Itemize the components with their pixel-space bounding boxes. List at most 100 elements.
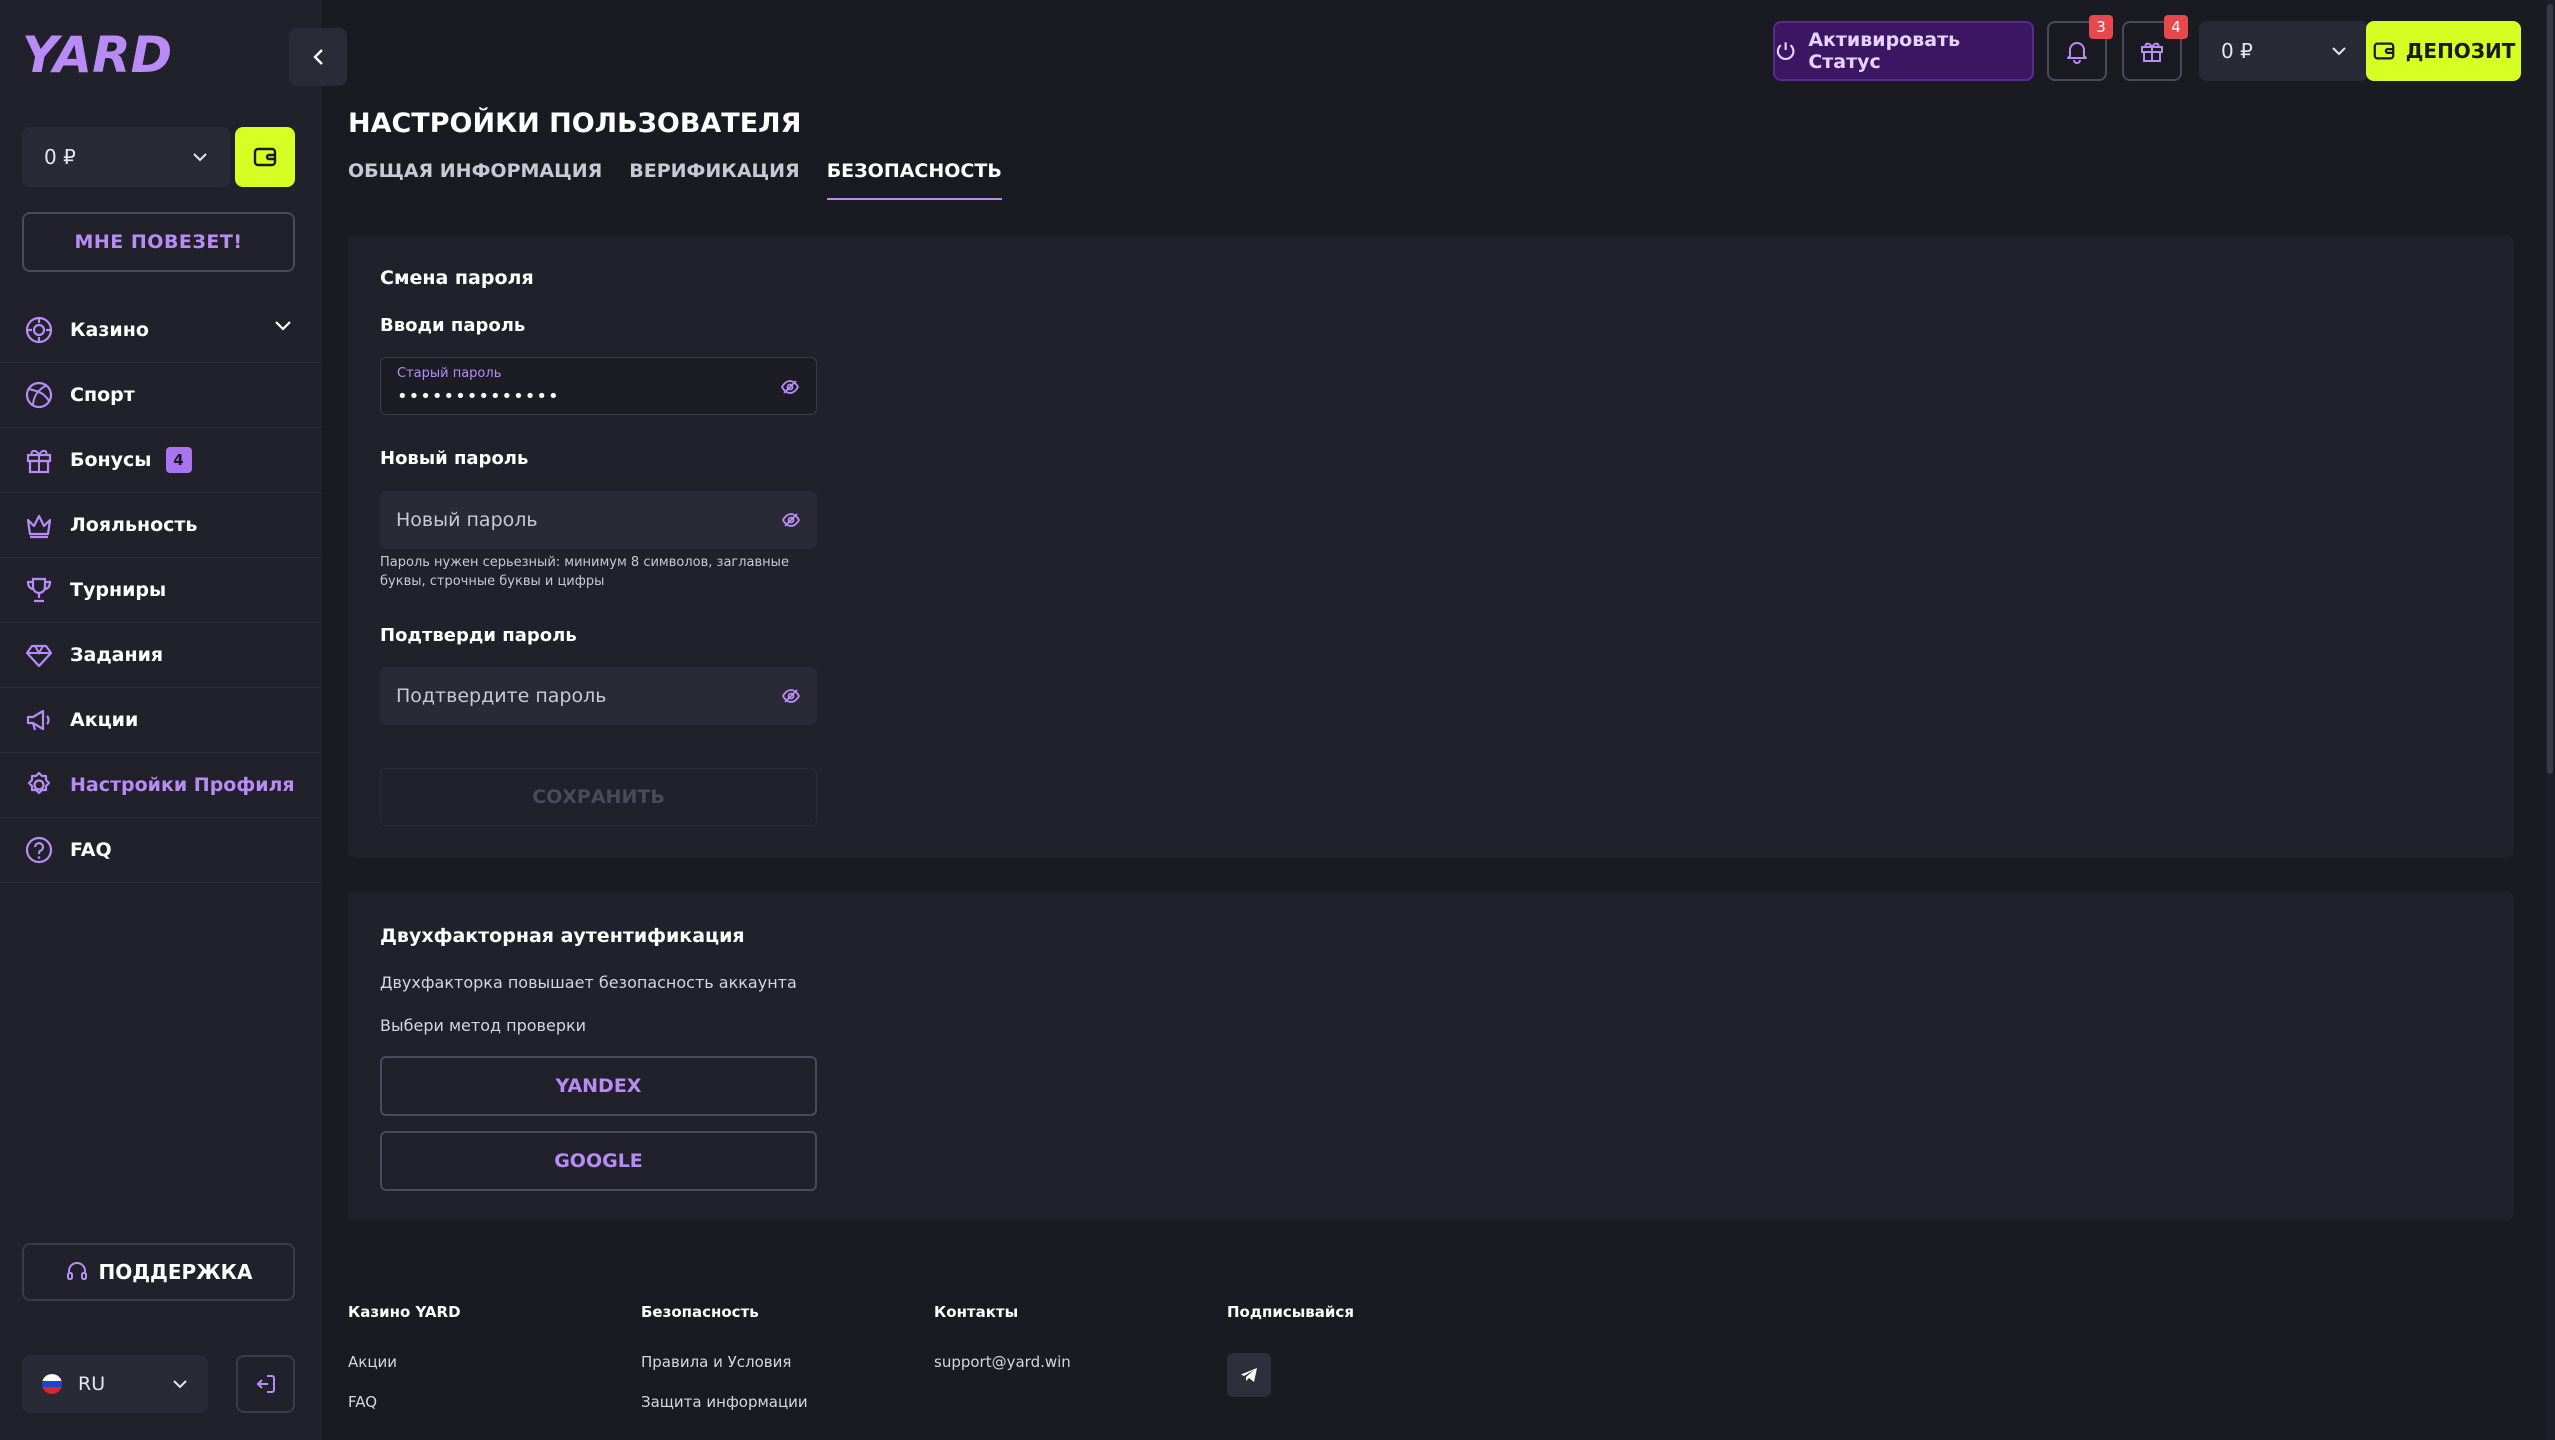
footer-link-email[interactable]: support@yard.win <box>934 1353 1071 1371</box>
page-scrollbar[interactable] <box>2545 0 2555 1440</box>
sports-ball-icon <box>22 378 56 412</box>
deposit-label: ДЕПОЗИТ <box>2405 39 2516 63</box>
header-balance-value: 0 ₽ <box>2221 39 2253 63</box>
sidebar-balance-select[interactable]: 0 ₽ <box>22 127 230 187</box>
language-select[interactable]: RU <box>22 1355 208 1413</box>
telegram-icon <box>1241 1368 1257 1382</box>
footer-link-privacy[interactable]: Защита информации <box>641 1393 808 1411</box>
tab-security[interactable]: БЕЗОПАСНОСТЬ <box>826 160 1002 200</box>
sidebar-item-tournaments[interactable]: Турниры <box>0 558 322 623</box>
page-title: НАСТРОЙКИ ПОЛЬЗОВАТЕЛЯ <box>348 108 802 139</box>
sidebar-item-bonuses[interactable]: Бонусы 4 <box>0 428 322 493</box>
footer-heading: Контакты <box>934 1303 1019 1321</box>
sidebar-wallet-button[interactable] <box>235 127 295 187</box>
gifts-button[interactable]: 4 <box>2122 15 2188 81</box>
sidebar-item-label: Бонусы <box>70 449 152 471</box>
footer-link-terms[interactable]: Правила и Условия <box>641 1353 808 1371</box>
tab-general-info[interactable]: ОБЩАЯ ИНФОРМАЦИЯ <box>348 160 602 200</box>
question-icon <box>22 833 56 867</box>
chevron-down-icon <box>2332 47 2346 56</box>
sidebar-item-loyalty[interactable]: Лояльность <box>0 493 322 558</box>
activate-status-label: Активировать Статус <box>1808 29 1961 73</box>
sidebar-item-label: Турниры <box>70 579 167 601</box>
scrollbar-thumb[interactable] <box>2547 4 2553 774</box>
sidebar-item-label: Задания <box>70 644 164 666</box>
twofa-heading: Двухфакторная аутентификация <box>380 925 745 947</box>
support-button[interactable]: ПОДДЕРЖКА <box>22 1243 295 1301</box>
chevron-down-icon <box>173 1380 187 1389</box>
password-change-card: Смена пароля Вводи пароль Старый пароль … <box>348 235 2514 858</box>
collapse-sidebar-button[interactable] <box>289 28 347 86</box>
gear-icon <box>22 768 56 802</box>
twofa-choose-label: Выбери метод проверки <box>380 1016 587 1035</box>
confirm-password-field[interactable]: Подтвердите пароль <box>380 667 817 725</box>
sidebar-item-sport[interactable]: Спорт <box>0 363 322 428</box>
crown-icon <box>22 508 56 542</box>
old-password-floating-label: Старый пароль <box>397 366 502 381</box>
telegram-button[interactable] <box>1227 1353 1271 1397</box>
settings-tabs: ОБЩАЯ ИНФОРМАЦИЯ ВЕРИФИКАЦИЯ БЕЗОПАСНОСТ… <box>348 160 1002 200</box>
old-password-label: Вводи пароль <box>380 315 526 336</box>
new-password-label: Новый пароль <box>380 448 529 469</box>
yandex-method-button[interactable]: YANDEX <box>380 1056 817 1116</box>
footer-column-subscribe: Подписывайся <box>1227 1303 1354 1397</box>
power-icon <box>1776 42 1795 60</box>
footer-column-casino: Казино YARD Акции FAQ <box>348 1303 461 1433</box>
gift-icon <box>2141 42 2163 62</box>
footer-column-contacts: Контакты support@yard.win <box>934 1303 1071 1393</box>
chevron-down-icon <box>193 153 207 162</box>
password-section-heading: Смена пароля <box>380 267 534 289</box>
footer-heading: Подписывайся <box>1227 1303 1354 1321</box>
two-factor-card: Двухфакторная аутентификация Двухфакторк… <box>348 891 2514 1221</box>
sidebar-item-casino[interactable]: Казино <box>0 298 322 363</box>
headset-icon <box>66 1262 87 1280</box>
sidebar-item-label: Казино <box>70 319 149 341</box>
logout-button[interactable] <box>236 1355 295 1413</box>
logout-icon <box>256 1375 275 1393</box>
lucky-button[interactable]: МНЕ ПОВЕЗЕТ! <box>22 212 295 272</box>
svg-text:YARD: YARD <box>22 26 172 82</box>
footer-link-promotions[interactable]: Акции <box>348 1353 461 1371</box>
wallet-icon <box>2373 42 2394 60</box>
sidebar: YARD 0 ₽ МНЕ ПОВЕЗЕТ! Казино Спорт Бонус… <box>0 0 322 1440</box>
gifts-count-badge: 4 <box>2164 15 2188 39</box>
sidebar-item-quests[interactable]: Задания <box>0 623 322 688</box>
sidebar-item-label: FAQ <box>70 839 112 861</box>
footer-column-security: Безопасность Правила и Условия Защита ин… <box>641 1303 808 1433</box>
eye-off-icon[interactable] <box>781 510 801 530</box>
twofa-description: Двухфакторка повышает безопасность аккау… <box>380 973 797 992</box>
eye-off-icon[interactable] <box>780 377 800 397</box>
save-button[interactable]: СОХРАНИТЬ <box>380 768 817 826</box>
megaphone-icon <box>22 703 56 737</box>
sidebar-item-label: Настройки Профиля <box>70 774 295 796</box>
gift-icon <box>22 443 56 477</box>
sidebar-item-profile-settings[interactable]: Настройки Профиля <box>0 753 322 818</box>
footer-link-faq[interactable]: FAQ <box>348 1393 461 1411</box>
chevron-left-icon <box>313 49 323 65</box>
wallet-icon <box>253 147 277 167</box>
sidebar-item-label: Спорт <box>70 384 135 406</box>
deposit-button[interactable]: ДЕПОЗИТ <box>2366 21 2521 81</box>
new-password-placeholder: Новый пароль <box>396 509 538 531</box>
notifications-button[interactable]: 3 <box>2047 15 2113 81</box>
sidebar-nav: Казино Спорт Бонусы 4 Лояльность Турниры… <box>0 298 322 883</box>
eye-off-icon[interactable] <box>781 686 801 706</box>
language-value: RU <box>78 1373 106 1395</box>
old-password-field[interactable]: Старый пароль •••••••••••••• <box>380 357 817 415</box>
google-method-button[interactable]: GOOGLE <box>380 1131 817 1191</box>
diamond-icon <box>22 638 56 672</box>
sidebar-item-label: Акции <box>70 709 139 731</box>
bonuses-count-badge: 4 <box>165 447 192 473</box>
casino-chip-icon <box>22 313 56 347</box>
footer-heading: Казино YARD <box>348 1303 461 1321</box>
sidebar-item-promotions[interactable]: Акции <box>0 688 322 753</box>
sidebar-item-faq[interactable]: FAQ <box>0 818 322 883</box>
header-balance-select[interactable]: 0 ₽ <box>2199 21 2369 81</box>
new-password-field[interactable]: Новый пароль <box>380 491 817 549</box>
tab-verification[interactable]: ВЕРИФИКАЦИЯ <box>629 160 799 200</box>
confirm-password-placeholder: Подтвердите пароль <box>396 685 607 707</box>
activate-status-button[interactable]: Активировать Статус <box>1773 21 2034 81</box>
yard-logo[interactable]: YARD <box>22 26 178 82</box>
confirm-password-label: Подтверди пароль <box>380 625 577 646</box>
russia-flag-icon <box>42 1374 62 1394</box>
